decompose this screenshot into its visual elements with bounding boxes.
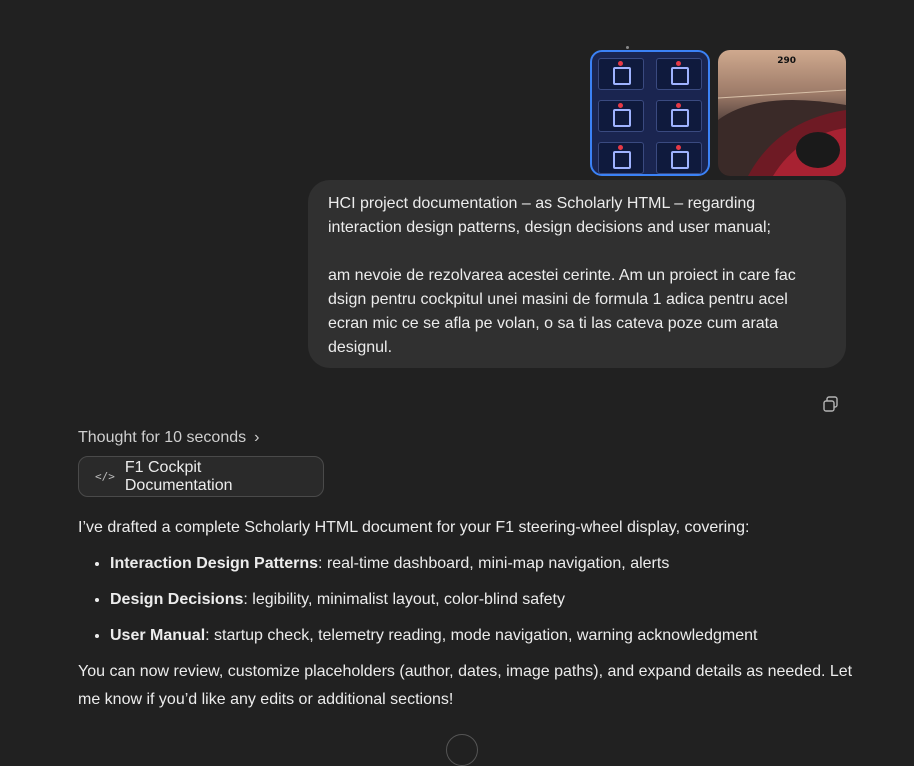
user-message-line: am nevoie de rezolvarea acestei cerinte.… (328, 267, 796, 284)
bullet-text: : real-time dashboard, mini-map navigati… (318, 555, 670, 572)
user-attachments: 290 (590, 50, 846, 176)
reply-closing: You can now review, customize placeholde… (78, 663, 853, 708)
thought-toggle[interactable]: Thought for 10 seconds › (78, 429, 259, 447)
user-message-line: ecran mic ce se afla pe volan, o sa ti l… (328, 315, 779, 332)
thought-label: Thought for 10 seconds (78, 429, 247, 446)
chevron-right-icon: › (254, 429, 260, 446)
bullet-text: : legibility, minimalist layout, color-b… (243, 591, 565, 608)
assistant-reply: I’ve drafted a complete Scholarly HTML d… (78, 514, 858, 714)
doc-card-label: F1 Cockpit Documentation (124, 458, 233, 494)
list-item: User Manual: startup check, telemetry re… (110, 622, 858, 650)
scroll-down-button[interactable] (446, 734, 478, 766)
list-item: Interaction Design Patterns: real-time d… (110, 550, 858, 578)
user-message-line: designul. (328, 339, 393, 356)
list-item: Design Decisions: legibility, minimalist… (110, 586, 858, 614)
attachment-divider (626, 46, 629, 49)
bullet-title: Interaction Design Patterns (110, 555, 319, 572)
reply-bullet-list: Interaction Design Patterns: real-time d… (78, 550, 858, 650)
bullet-title: Design Decisions (110, 591, 244, 608)
user-message-line: dsign pentru cockpitul unei masini de fo… (328, 291, 788, 308)
code-icon: </> (95, 470, 115, 483)
bullet-title: User Manual (110, 627, 206, 644)
canvas-document-card[interactable]: </> F1 Cockpit Documentation (78, 456, 324, 497)
attachment-dashboard-image[interactable] (590, 50, 710, 176)
user-message-line: interaction design patterns, design deci… (328, 219, 771, 236)
user-message-bubble: HCI project documentation – as Scholarly… (308, 180, 846, 368)
cockpit-speed-readout: 290 (777, 56, 796, 66)
reply-intro: I’ve drafted a complete Scholarly HTML d… (78, 519, 750, 536)
copy-icon[interactable] (822, 395, 840, 413)
bullet-text: : startup check, telemetry reading, mode… (205, 627, 758, 644)
cockpit-illustration (718, 89, 846, 176)
user-message-line: HCI project documentation – as Scholarly… (328, 195, 756, 212)
attachment-cockpit-image[interactable]: 290 (718, 50, 846, 176)
